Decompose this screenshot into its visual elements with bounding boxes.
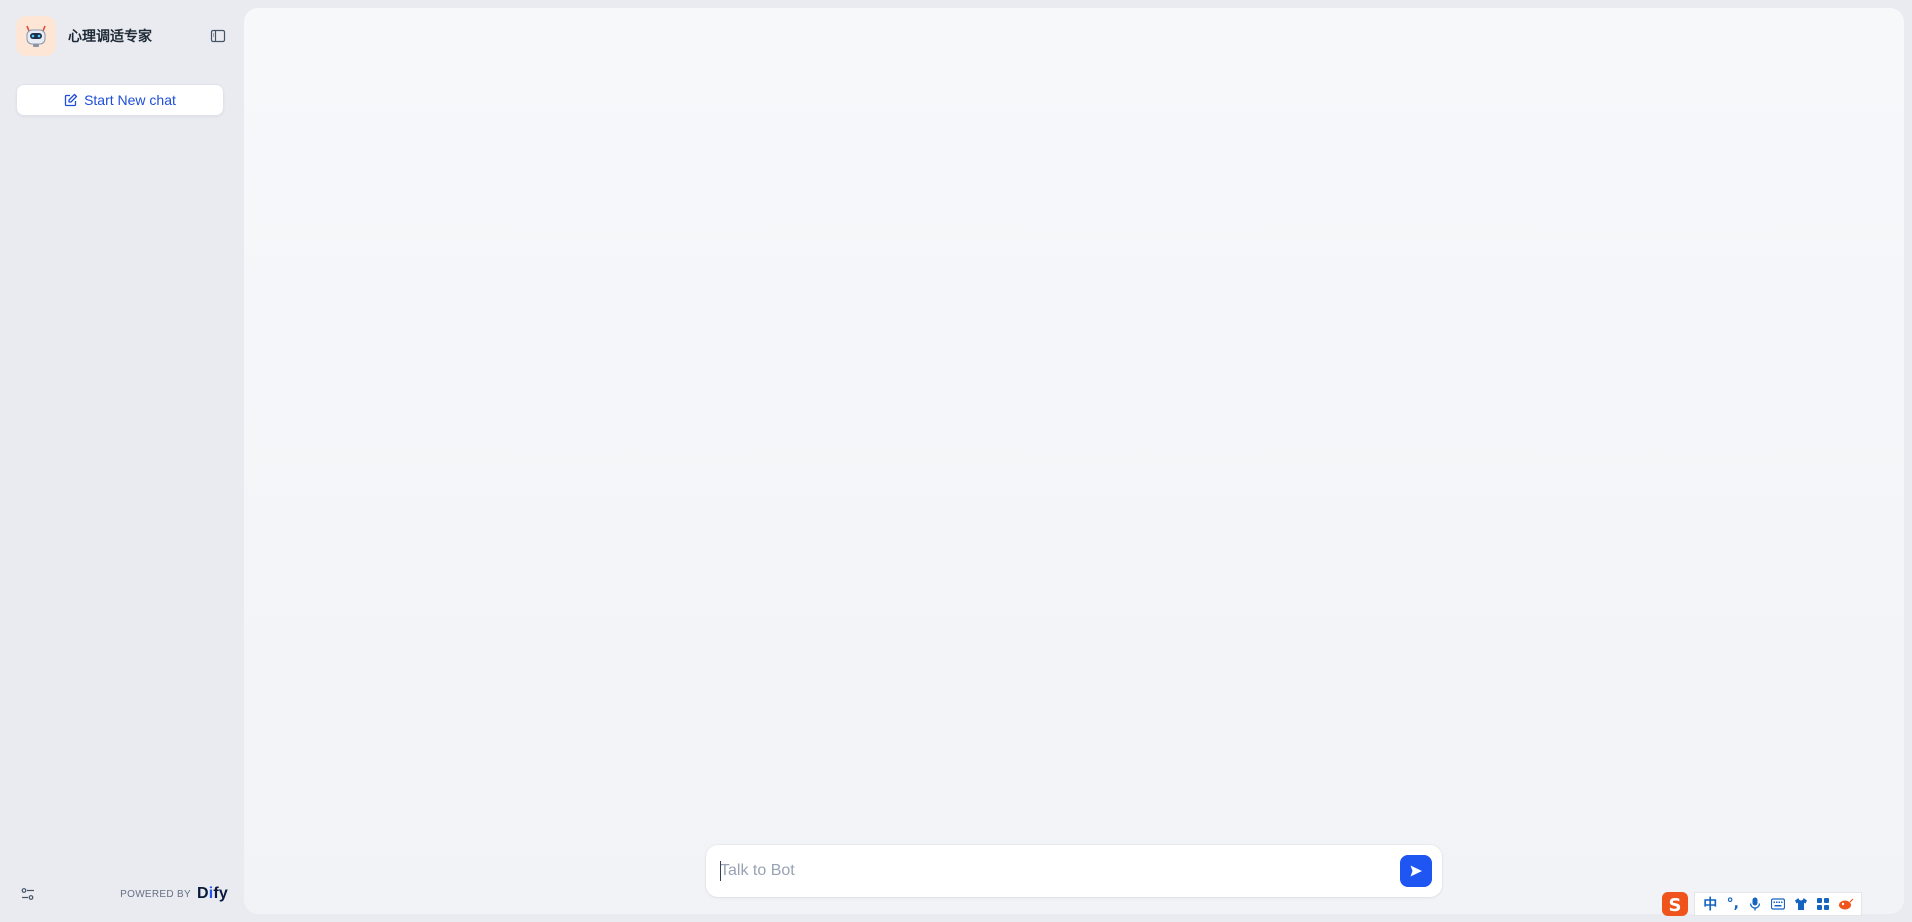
keyboard-icon[interactable] [1768, 894, 1788, 914]
dify-logo: Dify [197, 885, 228, 903]
start-new-chat-label: Start New chat [84, 92, 176, 108]
text-caret [720, 861, 721, 881]
send-icon [1410, 865, 1422, 877]
chat-panel [244, 8, 1904, 914]
sliders-icon [21, 888, 34, 900]
app-header: 心理调适专家 [16, 16, 228, 56]
sidebar: 心理调适专家 Start New chat POWERED BY Dify [0, 0, 244, 922]
microphone-icon[interactable] [1745, 894, 1765, 914]
chat-input-box[interactable] [706, 845, 1442, 897]
send-button[interactable] [1400, 855, 1432, 887]
robot-icon [16, 16, 56, 56]
sidebar-collapse-button[interactable] [208, 26, 228, 46]
chat-input[interactable] [720, 856, 1380, 886]
app-title: 心理调适专家 [68, 29, 152, 45]
ime-toolbar: S 中 °, [1658, 890, 1862, 918]
toolbox-grid-icon[interactable] [1813, 894, 1833, 914]
powered-by: POWERED BY Dify [120, 882, 228, 906]
skin-shirt-icon[interactable] [1791, 894, 1811, 914]
sogou-logo-icon[interactable]: S [1658, 889, 1692, 919]
sidebar-toggle-icon [210, 29, 226, 43]
ime-punctuation-toggle[interactable]: °, [1723, 894, 1743, 914]
ime-language-toggle[interactable]: 中 [1700, 894, 1720, 914]
ime-tray: 中 °, [1694, 892, 1862, 916]
powered-by-label: POWERED BY [120, 888, 191, 900]
brand-prefix: D [196, 885, 209, 902]
edit-icon [64, 93, 78, 107]
brand-suffix: fy [213, 885, 228, 902]
sogou-mascot-icon[interactable] [1836, 894, 1856, 914]
start-new-chat-button[interactable]: Start New chat [16, 84, 224, 116]
settings-button[interactable] [16, 882, 40, 906]
svg-text:S: S [1669, 895, 1682, 916]
sidebar-footer: POWERED BY Dify [16, 882, 228, 906]
